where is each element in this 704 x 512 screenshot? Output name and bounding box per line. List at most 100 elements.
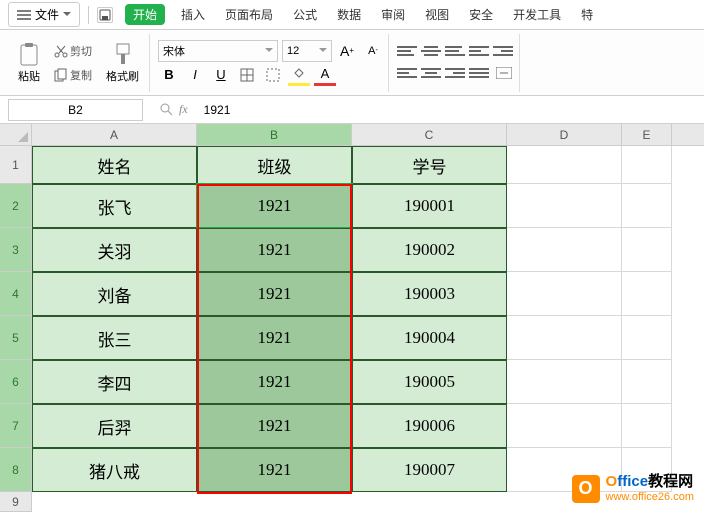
indent-increase-button[interactable] <box>493 42 513 60</box>
copy-button[interactable]: 复制 <box>50 65 96 85</box>
cell-e5[interactable] <box>622 316 672 360</box>
align-justify-button[interactable] <box>469 64 489 82</box>
cell-b1[interactable]: 班级 <box>197 146 352 184</box>
cell-e2[interactable] <box>622 184 672 228</box>
col-header-d[interactable]: D <box>507 124 622 145</box>
font-color-button[interactable]: A <box>314 64 336 86</box>
row-header-2[interactable]: 2 <box>0 184 32 228</box>
col-header-c[interactable]: C <box>352 124 507 145</box>
col-header-a[interactable]: A <box>32 124 197 145</box>
bucket-icon <box>293 68 305 78</box>
cell-b6[interactable]: 1921 <box>197 360 352 404</box>
cell-a6[interactable]: 李四 <box>32 360 197 404</box>
cell-a8[interactable]: 猪八戒 <box>32 448 197 492</box>
align-center-button[interactable] <box>421 64 441 82</box>
cell-d1[interactable] <box>507 146 622 184</box>
cell-c6[interactable]: 190005 <box>352 360 507 404</box>
cell-d7[interactable] <box>507 404 622 448</box>
cell-d5[interactable] <box>507 316 622 360</box>
hamburger-menu[interactable]: 文件 <box>8 2 80 27</box>
tab-formula[interactable]: 公式 <box>289 4 321 25</box>
italic-button[interactable]: I <box>184 64 206 86</box>
tab-review[interactable]: 审阅 <box>377 4 409 25</box>
cell-e1[interactable] <box>622 146 672 184</box>
tab-special[interactable]: 特 <box>577 4 597 25</box>
border-style-button[interactable] <box>262 64 284 86</box>
cell-c4[interactable]: 190003 <box>352 272 507 316</box>
border-button[interactable] <box>236 64 258 86</box>
cell-a5[interactable]: 张三 <box>32 316 197 360</box>
cell-d2[interactable] <box>507 184 622 228</box>
cell-b8[interactable]: 1921 <box>197 448 352 492</box>
cell-d3[interactable] <box>507 228 622 272</box>
row-header-7[interactable]: 7 <box>0 404 32 448</box>
chevron-down-icon <box>265 48 273 53</box>
row-header-9[interactable]: 9 <box>0 492 32 512</box>
copy-icon <box>54 68 68 82</box>
save-icon[interactable] <box>97 7 113 23</box>
hamburger-icon <box>17 10 31 20</box>
cell-name-box[interactable]: B2 <box>8 99 143 121</box>
cell-a2[interactable]: 张飞 <box>32 184 197 228</box>
cell-e6[interactable] <box>622 360 672 404</box>
cell-a4[interactable]: 刘备 <box>32 272 197 316</box>
cell-a1[interactable]: 姓名 <box>32 146 197 184</box>
align-top-button[interactable] <box>397 42 417 60</box>
cell-a3[interactable]: 关羽 <box>32 228 197 272</box>
underline-button[interactable]: U <box>210 64 232 86</box>
row-header-8[interactable]: 8 <box>0 448 32 492</box>
select-all-corner[interactable] <box>0 124 32 146</box>
cell-c8[interactable]: 190007 <box>352 448 507 492</box>
row-header-6[interactable]: 6 <box>0 360 32 404</box>
cell-e7[interactable] <box>622 404 672 448</box>
cell-b7[interactable]: 1921 <box>197 404 352 448</box>
cell-d6[interactable] <box>507 360 622 404</box>
bold-button[interactable]: B <box>158 64 180 86</box>
tab-page-layout[interactable]: 页面布局 <box>221 4 277 25</box>
increase-font-button[interactable]: A+ <box>336 40 358 62</box>
cell-e4[interactable] <box>622 272 672 316</box>
cell-c1[interactable]: 学号 <box>352 146 507 184</box>
align-left-button[interactable] <box>397 64 417 82</box>
cell-e3[interactable] <box>622 228 672 272</box>
font-name-select[interactable]: 宋体 <box>158 40 278 62</box>
cut-button[interactable]: 剪切 <box>50 41 96 61</box>
tab-insert[interactable]: 插入 <box>177 4 209 25</box>
row-header-3[interactable]: 3 <box>0 228 32 272</box>
format-painter-button[interactable]: 格式刷 <box>100 40 145 86</box>
tab-view[interactable]: 视图 <box>421 4 453 25</box>
cell-c5[interactable]: 190004 <box>352 316 507 360</box>
cell-a7[interactable]: 后羿 <box>32 404 197 448</box>
indent-decrease-button[interactable] <box>469 42 489 60</box>
col-header-b[interactable]: B <box>197 124 352 145</box>
formula-value: 1921 <box>204 103 231 117</box>
cell-c7[interactable]: 190006 <box>352 404 507 448</box>
col-header-e[interactable]: E <box>622 124 672 145</box>
align-right-button[interactable] <box>445 64 465 82</box>
fx-label[interactable]: fx <box>179 102 188 117</box>
cell-b5[interactable]: 1921 <box>197 316 352 360</box>
align-bottom-button[interactable] <box>445 42 465 60</box>
tab-start[interactable]: 开始 <box>125 4 165 25</box>
spreadsheet-grid[interactable]: A B C D E 1 2 3 4 5 6 7 8 9 姓名 班级 学号 张飞 … <box>0 124 704 492</box>
decrease-font-button[interactable]: A- <box>362 40 384 62</box>
cell-b3[interactable]: 1921 <box>197 228 352 272</box>
search-icon[interactable] <box>159 102 173 117</box>
paste-button[interactable]: 粘贴 <box>12 40 46 86</box>
formula-input[interactable]: 1921 <box>196 103 704 117</box>
tab-security[interactable]: 安全 <box>465 4 497 25</box>
merge-button[interactable] <box>493 62 515 84</box>
align-middle-button[interactable] <box>421 42 441 60</box>
row-header-1[interactable]: 1 <box>0 146 32 184</box>
fill-color-button[interactable] <box>288 64 310 86</box>
tab-devtools[interactable]: 开发工具 <box>509 4 565 25</box>
cell-b2[interactable]: 1921 <box>197 184 352 228</box>
cell-c2[interactable]: 190001 <box>352 184 507 228</box>
tab-data[interactable]: 数据 <box>333 4 365 25</box>
row-header-5[interactable]: 5 <box>0 316 32 360</box>
cell-d4[interactable] <box>507 272 622 316</box>
cell-c3[interactable]: 190002 <box>352 228 507 272</box>
cell-b4[interactable]: 1921 <box>197 272 352 316</box>
row-header-4[interactable]: 4 <box>0 272 32 316</box>
font-size-select[interactable]: 12 <box>282 40 332 62</box>
